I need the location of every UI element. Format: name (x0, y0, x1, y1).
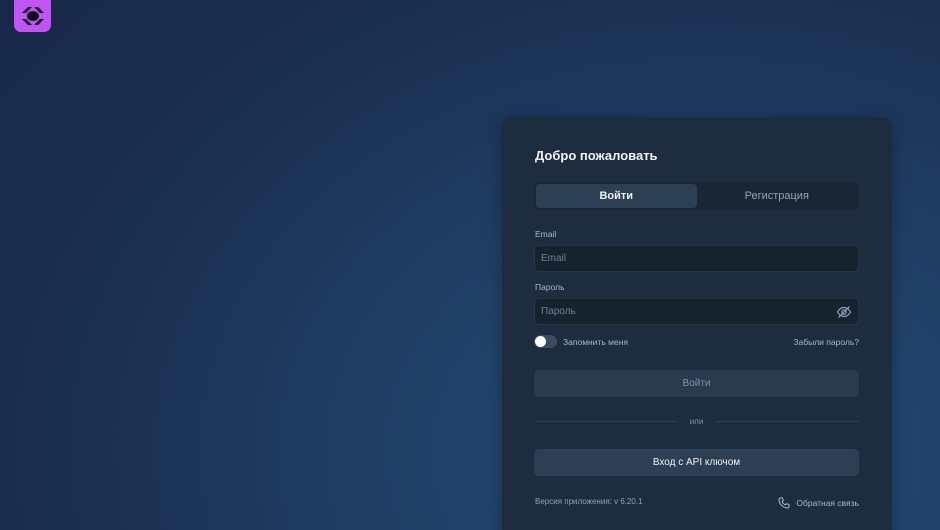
password-field-wrapper (534, 298, 859, 325)
feedback-link[interactable]: Обратная связь (778, 497, 859, 509)
feedback-label: Обратная связь (796, 498, 859, 508)
app-logo-icon (21, 7, 44, 25)
tab-register[interactable]: Регистрация (697, 184, 858, 208)
toggle-knob (535, 336, 546, 347)
auth-tabs: Войти Регистрация (534, 182, 859, 210)
remember-toggle[interactable] (534, 335, 557, 348)
app-logo[interactable] (14, 0, 51, 32)
login-button[interactable]: Войти (534, 370, 859, 397)
eye-off-icon[interactable] (836, 304, 852, 320)
divider-line-left (534, 421, 678, 422)
remember-label: Запомнить меня (563, 336, 629, 347)
email-label: Email (535, 229, 557, 239)
card-title: Добро пожаловать (535, 148, 658, 163)
email-field-wrapper (534, 245, 859, 272)
or-divider: или (534, 417, 860, 426)
email-input[interactable] (535, 246, 858, 271)
api-key-login-button[interactable]: Вход с API ключом (534, 449, 859, 476)
divider-line-right (715, 421, 860, 422)
app-version: Версия приложения: v 6.20.1 (535, 497, 643, 506)
login-card: Добро пожаловать Войти Регистрация Email… (502, 117, 892, 530)
tab-login[interactable]: Войти (536, 184, 697, 208)
remember-me: Запомнить меня (534, 335, 628, 348)
password-label: Пароль (535, 282, 565, 292)
password-input[interactable] (535, 299, 836, 324)
forgot-password-link[interactable]: Забыли пароль? (793, 337, 859, 347)
phone-icon (778, 497, 790, 509)
divider-text: или (689, 417, 704, 426)
